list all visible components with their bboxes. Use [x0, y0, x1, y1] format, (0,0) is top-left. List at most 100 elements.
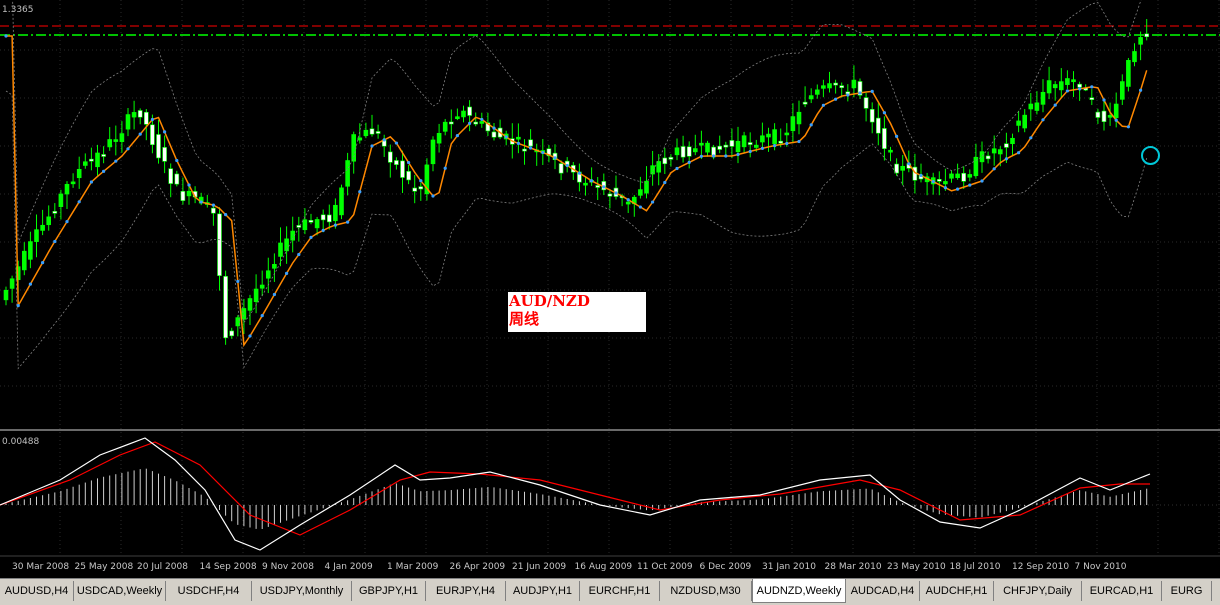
- candle-body: [717, 145, 723, 150]
- candle-body: [211, 207, 216, 214]
- candle-body: [247, 298, 253, 311]
- ma-dot: [102, 169, 106, 173]
- candle-body: [64, 183, 70, 195]
- ma-dot: [1017, 151, 1021, 155]
- candle-body: [339, 187, 344, 216]
- candle-body: [430, 139, 436, 165]
- tab-chfjpy-daily[interactable]: CHFJPY,Daily: [994, 581, 1082, 601]
- ma-dot: [4, 34, 8, 38]
- candle-body: [808, 95, 814, 100]
- ma-dot: [248, 334, 252, 338]
- ma-dot: [126, 147, 130, 151]
- candle-body: [656, 161, 662, 173]
- annotation-line-1: AUD/NZD: [509, 292, 590, 310]
- ma-dot: [956, 187, 960, 191]
- candle-body: [436, 133, 442, 144]
- ma-dot: [748, 149, 752, 154]
- chart-tab-bar: AUDUSD,H4 USDCAD,Weekly USDCHF,H4 USDJPY,Mo…: [0, 578, 1220, 605]
- ma-dot: [16, 304, 20, 308]
- tab-audnzd-weekly[interactable]: AUDNZD,Weekly: [752, 579, 846, 603]
- ma-dot: [760, 146, 765, 150]
- tab-audjpy-h1[interactable]: AUDJPY,H1: [506, 581, 580, 601]
- candle-body: [1016, 120, 1021, 126]
- ma-dot: [931, 180, 935, 184]
- ma-dot: [1126, 125, 1130, 129]
- time-axis-label: 14 Sep 2008: [199, 562, 257, 572]
- tab-nzdusd-m30[interactable]: NZDUSD,M30: [660, 581, 752, 601]
- ma-dot: [492, 126, 496, 130]
- tab-gbpjpy-h1[interactable]: GBPJPY,H1: [352, 581, 426, 601]
- candle-body: [308, 220, 314, 223]
- candle-body: [125, 114, 131, 130]
- candle-body: [119, 133, 125, 142]
- ma-dot: [663, 180, 667, 185]
- tab-usdjpy-monthly[interactable]: USDJPY,Monthly: [252, 581, 352, 601]
- ma-dot: [211, 203, 215, 207]
- candle-body: [699, 142, 704, 146]
- candle-body: [1144, 33, 1149, 38]
- candle-body: [729, 140, 735, 147]
- candle-body: [595, 185, 601, 188]
- candle-body: [686, 146, 692, 157]
- candle-body: [400, 160, 405, 178]
- tab-usdcad-weekly[interactable]: USDCAD,Weekly: [74, 581, 166, 601]
- candle-body: [516, 136, 521, 140]
- text-annotation[interactable]: AUD/NZD 周线: [508, 292, 646, 332]
- candle-body: [662, 157, 668, 165]
- candle-body: [1065, 78, 1070, 85]
- ma-dot: [773, 143, 777, 148]
- candle-body: [217, 213, 222, 276]
- chart-area[interactable]: 1.3365 0.00488 AUD/NZD 周线 30 Mar 2008 25 …: [0, 0, 1220, 578]
- ma-dot: [199, 200, 203, 204]
- candle-body: [814, 89, 820, 95]
- candle-body: [357, 137, 363, 141]
- ma-dot: [272, 292, 276, 297]
- ma-dot: [321, 228, 325, 232]
- ma-dot: [699, 154, 704, 158]
- chart-canvas[interactable]: [0, 0, 1220, 578]
- ma-dot: [443, 166, 447, 170]
- candle-body: [345, 160, 350, 187]
- ma-dot: [687, 160, 691, 164]
- candle-body: [1120, 81, 1125, 100]
- tab-eurjpy-h4[interactable]: EURJPY,H4: [426, 581, 506, 601]
- candle-body: [833, 82, 838, 86]
- ma-dot: [1090, 85, 1094, 89]
- ma-dot: [1078, 87, 1082, 91]
- ma-dot: [882, 111, 887, 115]
- macd-signal-line: [0, 441, 1150, 536]
- ma-dot: [309, 235, 313, 239]
- candle-body: [753, 144, 759, 148]
- time-axis-label: 18 Jul 2010: [949, 562, 1001, 572]
- ma-dot: [1004, 157, 1009, 161]
- candle-body: [58, 193, 64, 207]
- ma-dot: [834, 97, 838, 101]
- candle-body: [692, 148, 698, 153]
- candle-body: [491, 131, 497, 138]
- ma-dot: [236, 279, 240, 284]
- candle-body: [955, 173, 960, 179]
- candle-body: [735, 140, 741, 153]
- circle-marker[interactable]: [1141, 146, 1160, 165]
- ma-dot: [846, 93, 850, 97]
- tab-audchf-h1[interactable]: AUDCHF,H1: [920, 581, 994, 601]
- candle-body: [473, 121, 479, 125]
- candle-body: [137, 110, 143, 118]
- candle-body: [223, 276, 228, 339]
- tab-audcad-h4[interactable]: AUDCAD,H4: [846, 581, 920, 601]
- tab-audusd-h4[interactable]: AUDUSD,H4: [0, 581, 74, 601]
- candle-body: [52, 211, 58, 214]
- candle-body: [174, 173, 180, 185]
- tab-eurg[interactable]: EURG: [1162, 581, 1212, 601]
- time-axis-label: 16 Aug 2009: [574, 562, 633, 572]
- ma-dot: [285, 271, 289, 275]
- candle-body: [784, 132, 790, 136]
- ma-dot: [675, 166, 679, 171]
- tab-usdchf-h4[interactable]: USDCHF,H4: [166, 581, 252, 601]
- tab-eurcad-h1[interactable]: EURCAD,H1: [1082, 581, 1162, 601]
- ma-dot: [89, 180, 93, 184]
- ma-dot: [1139, 88, 1143, 92]
- candle-body: [375, 131, 381, 134]
- time-axis-label: 26 Apr 2009: [449, 562, 506, 572]
- tab-eurchf-h1[interactable]: EURCHF,H1: [580, 581, 660, 601]
